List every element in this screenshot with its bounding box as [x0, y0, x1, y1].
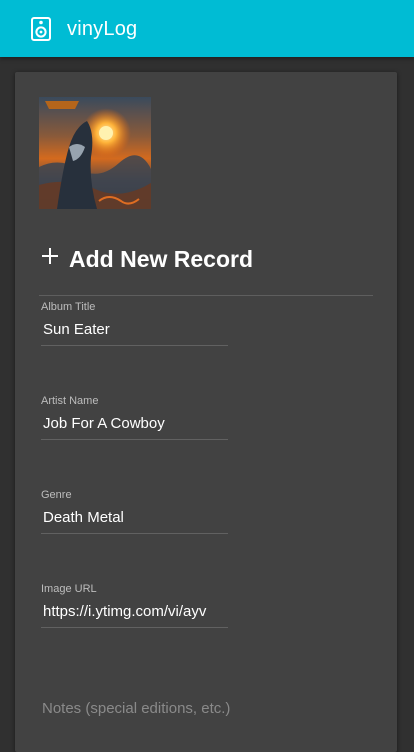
genre-field: Genre [41, 489, 228, 534]
app-title: vinyLog [67, 18, 138, 40]
image-url-label: Image URL [41, 583, 97, 595]
album-title-field: Album Title [41, 301, 228, 346]
artist-name-label: Artist Name [41, 395, 99, 407]
form-heading: Add New Record [41, 244, 253, 274]
genre-input[interactable] [41, 506, 228, 534]
artist-name-input[interactable] [41, 412, 228, 440]
notes-input[interactable]: Notes (special editions, etc.) [42, 699, 372, 719]
app-bar: vinyLog [0, 0, 414, 57]
plus-icon [42, 248, 58, 264]
genre-label: Genre [41, 489, 72, 501]
heading-divider [39, 295, 373, 296]
image-url-field: Image URL [41, 583, 228, 628]
speaker-icon [31, 17, 51, 41]
add-record-card: Add New Record Album Title Artist Name G… [15, 72, 397, 752]
album-title-input[interactable] [41, 318, 228, 346]
album-cover-image [39, 97, 151, 209]
artist-name-field: Artist Name [41, 395, 228, 440]
image-url-input[interactable] [41, 600, 228, 628]
page-title: Add New Record [69, 246, 254, 272]
album-title-label: Album Title [41, 301, 96, 313]
